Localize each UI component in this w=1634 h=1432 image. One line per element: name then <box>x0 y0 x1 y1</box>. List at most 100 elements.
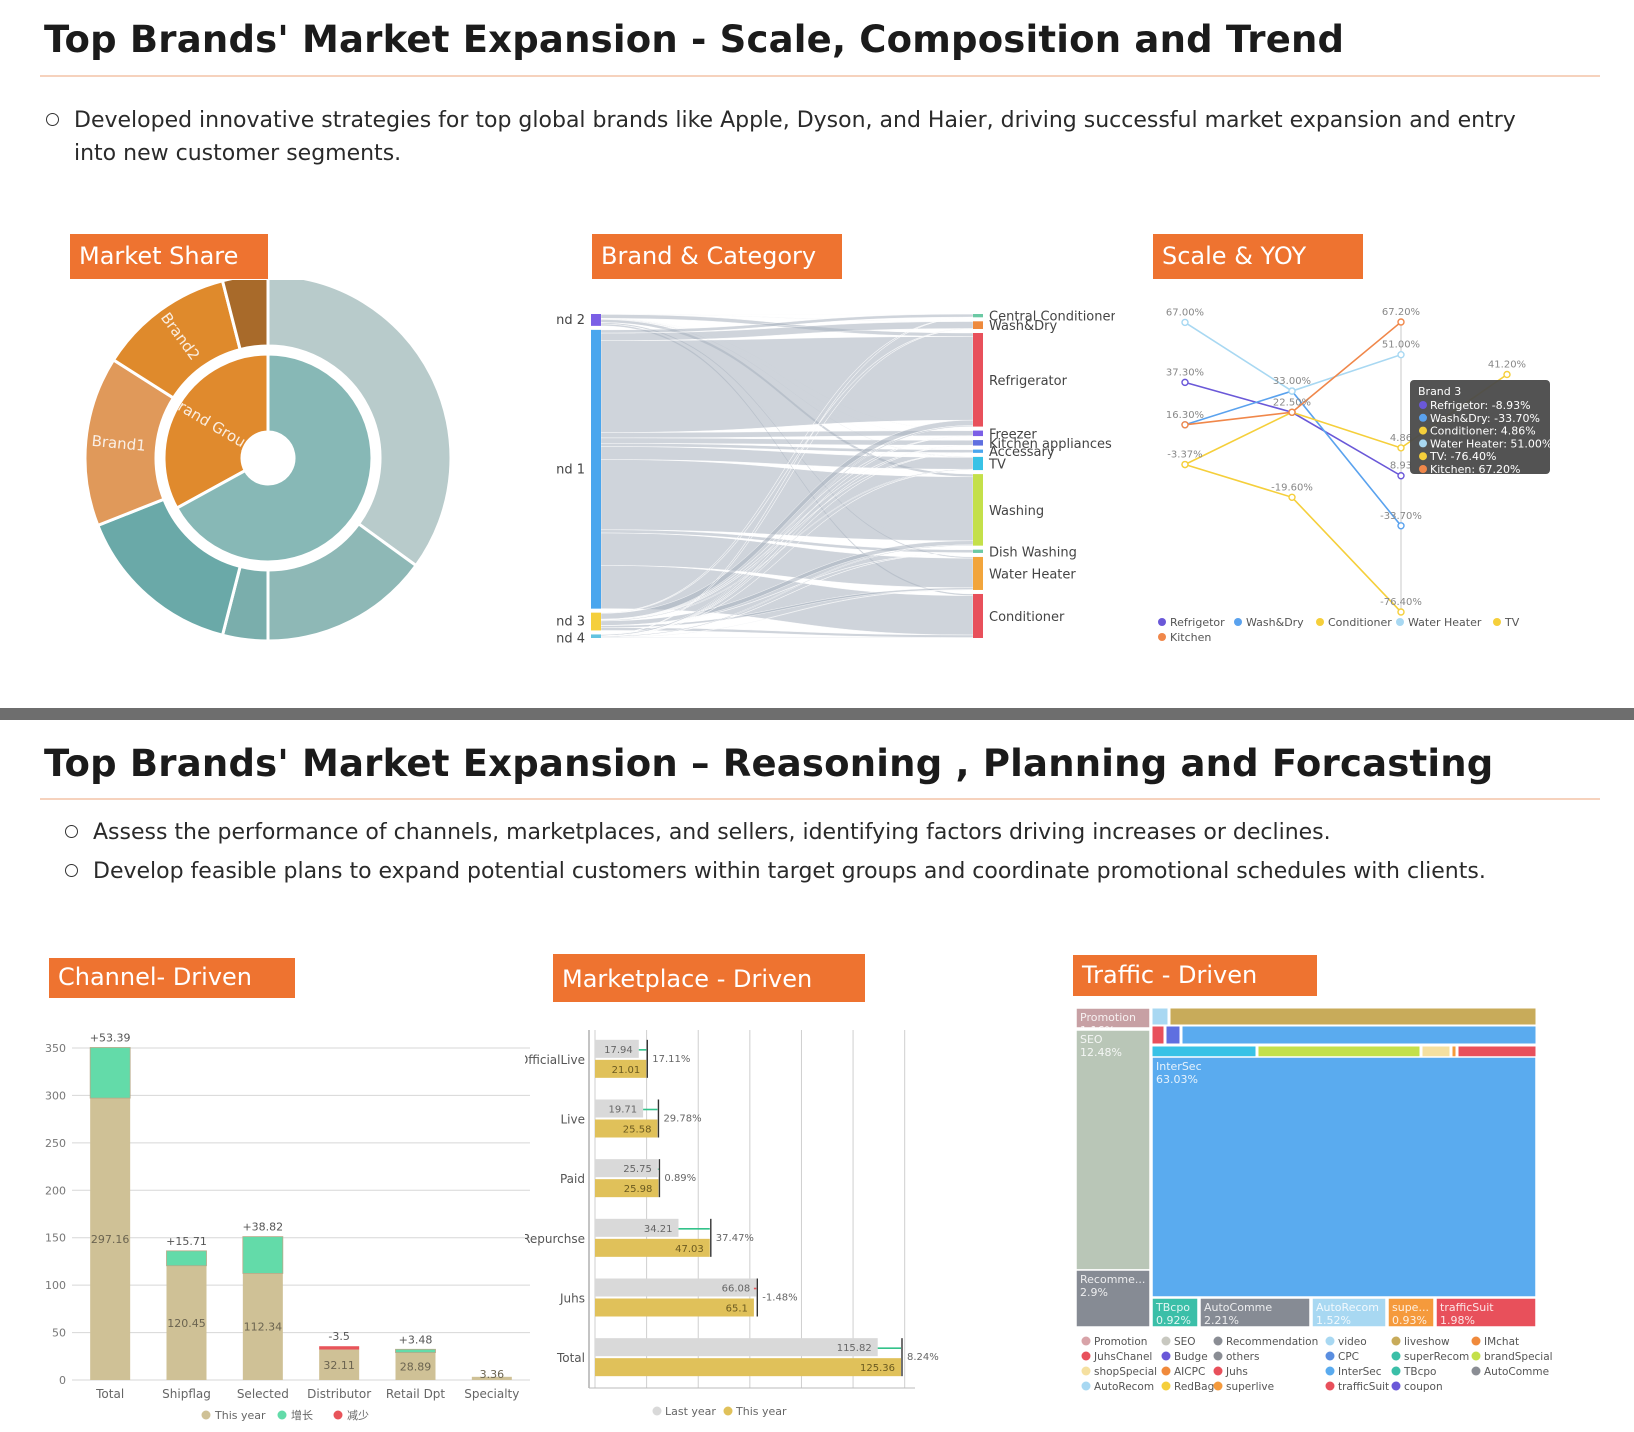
sankey-flow <box>600 336 974 433</box>
legend-marker <box>1213 1336 1223 1346</box>
treemap-tile <box>1151 1056 1537 1298</box>
sankey-target-node <box>973 440 983 446</box>
x-category-label: Specialty <box>464 1387 519 1401</box>
treemap-tile-pct: 1.52% <box>1316 1314 1351 1327</box>
treemap-tile-pct: 1.98% <box>1440 1314 1475 1327</box>
last-year-value-label: 17.94 <box>604 1045 633 1056</box>
slide1-title: Top Brands' Market Expansion - Scale, Co… <box>44 18 1345 61</box>
line-point-label: -19.60% <box>1271 482 1313 493</box>
legend-label: Last year <box>665 1405 716 1418</box>
legend-marker <box>1493 618 1501 626</box>
sankey-source-label: Brand 2 <box>555 313 585 328</box>
channel-bar-increase <box>166 1250 207 1267</box>
channel-delta-label: +53.39 <box>90 1031 131 1044</box>
sankey-target-label: Dish Washing <box>989 545 1077 560</box>
y-tick-label: 300 <box>45 1089 66 1102</box>
legend-label: Juhs <box>1225 1366 1248 1378</box>
sankey-target-node <box>973 593 983 638</box>
tooltip-series-marker <box>1419 439 1427 448</box>
sankey-target-node <box>973 430 983 437</box>
tag-market-share: Market Share <box>70 234 268 279</box>
legend-marker <box>1325 1366 1335 1376</box>
legend-marker <box>1213 1351 1223 1361</box>
line-point-label: 8.93 <box>1390 461 1412 472</box>
last-year-value-label: 25.75 <box>623 1164 652 1175</box>
bullet-icon <box>46 113 59 126</box>
treemap-tile <box>1451 1045 1457 1058</box>
legend-label: AICPC <box>1174 1366 1205 1378</box>
last-year-value-label: 19.71 <box>608 1105 637 1116</box>
line-point <box>1181 318 1189 327</box>
legend-label: IMchat <box>1484 1336 1519 1348</box>
line-point <box>1397 472 1405 480</box>
treemap-tile <box>1151 1007 1169 1026</box>
line-point-label: -3.37% <box>1167 450 1202 461</box>
marketplace-driven-bar-chart: 17.94 21.01 17.11% OfficialLive 19.71 25.58 29… <box>525 1030 939 1418</box>
slide-divider <box>0 708 1634 720</box>
tooltip-series-marker <box>1419 426 1427 435</box>
traffic-driven-treemap: Promotion1.16%SEO12.48%Recomme...2.9%Int… <box>1075 1007 1553 1393</box>
tooltip-series-marker <box>1419 413 1427 422</box>
legend-marker <box>1391 1336 1401 1346</box>
tooltip-row: Water Heater: 51.00% <box>1430 437 1552 450</box>
y-tick-label: 100 <box>45 1279 66 1292</box>
line-point-label: 51.00% <box>1382 340 1420 351</box>
treemap-tile <box>1421 1045 1451 1058</box>
legend-marker <box>1471 1336 1481 1346</box>
legend-marker <box>1161 1336 1171 1346</box>
market-share-sunburst-chart: Brand1Brand2Brand Group <box>83 280 453 643</box>
tooltip-series-marker <box>1419 465 1427 473</box>
sankey-source-node <box>591 634 601 638</box>
sankey-target-node <box>973 549 983 553</box>
tooltip-row: Kitchen: 67.20% <box>1430 463 1521 476</box>
legend-marker <box>201 1410 211 1420</box>
legend-marker <box>1471 1366 1481 1376</box>
y-category-label: Repurchse <box>525 1232 585 1246</box>
channel-delta-label: +38.82 <box>242 1221 283 1234</box>
tooltip-series-marker <box>1419 452 1427 461</box>
this-year-value-label: 65.1 <box>726 1304 748 1315</box>
legend-label: 增长 <box>291 1408 313 1422</box>
legend-label: Refrigetor <box>1170 616 1225 629</box>
line-point <box>1397 351 1405 359</box>
treemap-tile-pct: 2.21% <box>1204 1314 1239 1327</box>
sankey-source-node <box>591 329 601 609</box>
line-point <box>1288 493 1296 501</box>
slide1-bullet: Developed innovative strategies for top … <box>46 104 1524 170</box>
sankey-target-node <box>973 456 983 471</box>
legend-marker <box>1391 1381 1401 1391</box>
legend-marker <box>1325 1381 1335 1391</box>
channel-value-label: 120.45 <box>167 1317 206 1330</box>
line-point-label: 4.86 <box>1390 433 1412 444</box>
treemap-tile <box>1169 1007 1537 1026</box>
slide2-bullet-1: Assess the performance of channels, mark… <box>65 816 1573 849</box>
treemap-tile <box>1075 1029 1151 1271</box>
y-tick-label: 150 <box>45 1232 66 1245</box>
legend-label: superRecom <box>1404 1351 1469 1363</box>
x-category-label: Shipflag <box>162 1387 211 1401</box>
slide-reasoning-planning: Top Brands' Market Expansion – Reasoning… <box>0 720 1634 1432</box>
legend-label: Budge <box>1174 1351 1208 1363</box>
last-year-value-label: 115.82 <box>837 1343 872 1354</box>
y-category-label: OfficialLive <box>525 1053 585 1067</box>
treemap-tile <box>1165 1025 1181 1045</box>
channel-bar-increase <box>395 1348 436 1353</box>
line-point <box>1181 421 1189 429</box>
legend-label: Kitchen <box>1170 631 1211 644</box>
legend-label: 减少 <box>347 1409 369 1422</box>
treemap-tile-label: Promotion <box>1080 1011 1136 1024</box>
marketplace-bar-last-year <box>595 1338 878 1357</box>
last-year-value-label: 34.21 <box>644 1224 673 1235</box>
line-point <box>1397 522 1405 530</box>
legend-marker <box>1081 1366 1091 1376</box>
treemap-tile-label: TBcpo <box>1155 1301 1190 1314</box>
slide2-title: Top Brands' Market Expansion – Reasoning… <box>44 742 1494 785</box>
sankey-target-label: Water Heater <box>989 567 1076 582</box>
this-year-value-label: 125.36 <box>860 1363 895 1374</box>
legend-label: AutoComme <box>1484 1366 1549 1378</box>
y-tick-label: 250 <box>45 1137 66 1150</box>
legend-marker <box>723 1406 733 1416</box>
legend-label: Promotion <box>1094 1336 1147 1348</box>
sankey-target-label: Washing <box>989 504 1044 519</box>
legend-label: brandSpecial <box>1484 1351 1553 1363</box>
